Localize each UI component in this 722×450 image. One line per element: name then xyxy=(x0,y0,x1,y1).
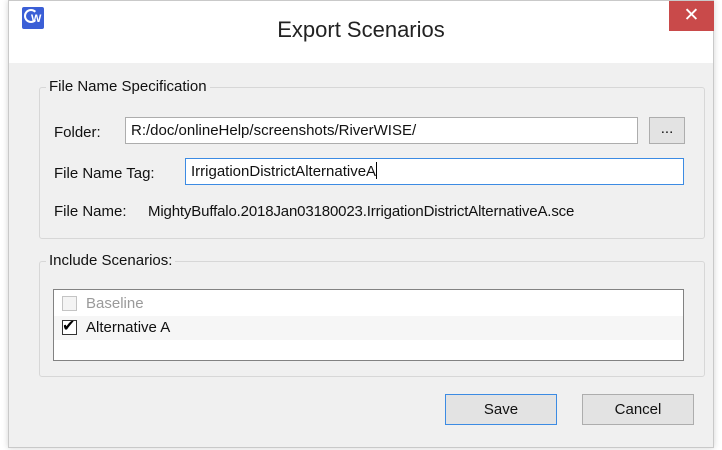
file-name-tag-field[interactable]: IrrigationDistrictAlternativeA xyxy=(185,158,684,185)
file-name-value: MightyBuffalo.2018Jan03180023.Irrigation… xyxy=(148,203,575,220)
checkmark-icon: ✔ xyxy=(62,318,76,335)
file-name-tag-label: File Name Tag: xyxy=(54,165,155,182)
file-name-tag-value: IrrigationDistrictAlternativeA xyxy=(191,163,377,180)
cancel-button[interactable]: Cancel xyxy=(582,394,694,425)
file-name-label: File Name: xyxy=(54,203,127,220)
save-button-label: Save xyxy=(483,401,519,418)
export-scenarios-dialog: W Export Scenarios ✕ File Name Specifica… xyxy=(8,0,714,448)
include-scenarios-legend: Include Scenarios: xyxy=(46,252,176,269)
save-button[interactable]: Save xyxy=(445,394,557,425)
title-bar: W Export Scenarios ✕ xyxy=(9,1,714,63)
text-caret xyxy=(376,162,378,179)
list-item-label: Alternative A xyxy=(86,319,171,336)
folder-field[interactable]: R:/doc/onlineHelp/screenshots/RiverWISE/ xyxy=(125,117,638,144)
folder-field-value: R:/doc/onlineHelp/screenshots/RiverWISE/ xyxy=(131,122,417,139)
file-name-specification-legend: File Name Specification xyxy=(46,78,210,95)
folder-label: Folder: xyxy=(54,124,101,141)
browse-folder-button[interactable]: ... xyxy=(649,117,685,144)
scenarios-list[interactable]: Baseline ✔ Alternative A xyxy=(53,289,684,361)
close-icon: ✕ xyxy=(683,5,700,26)
cancel-button-label: Cancel xyxy=(614,401,662,418)
window-title: Export Scenarios xyxy=(277,17,445,42)
list-item-baseline[interactable]: Baseline xyxy=(54,292,683,316)
list-item-alternative-a[interactable]: ✔ Alternative A xyxy=(54,316,683,340)
alternative-a-checkbox[interactable]: ✔ xyxy=(62,318,77,335)
list-item-label: Baseline xyxy=(86,295,144,312)
close-button[interactable]: ✕ xyxy=(669,1,714,31)
browse-ellipsis-icon: ... xyxy=(660,120,674,137)
baseline-checkbox xyxy=(62,296,77,311)
